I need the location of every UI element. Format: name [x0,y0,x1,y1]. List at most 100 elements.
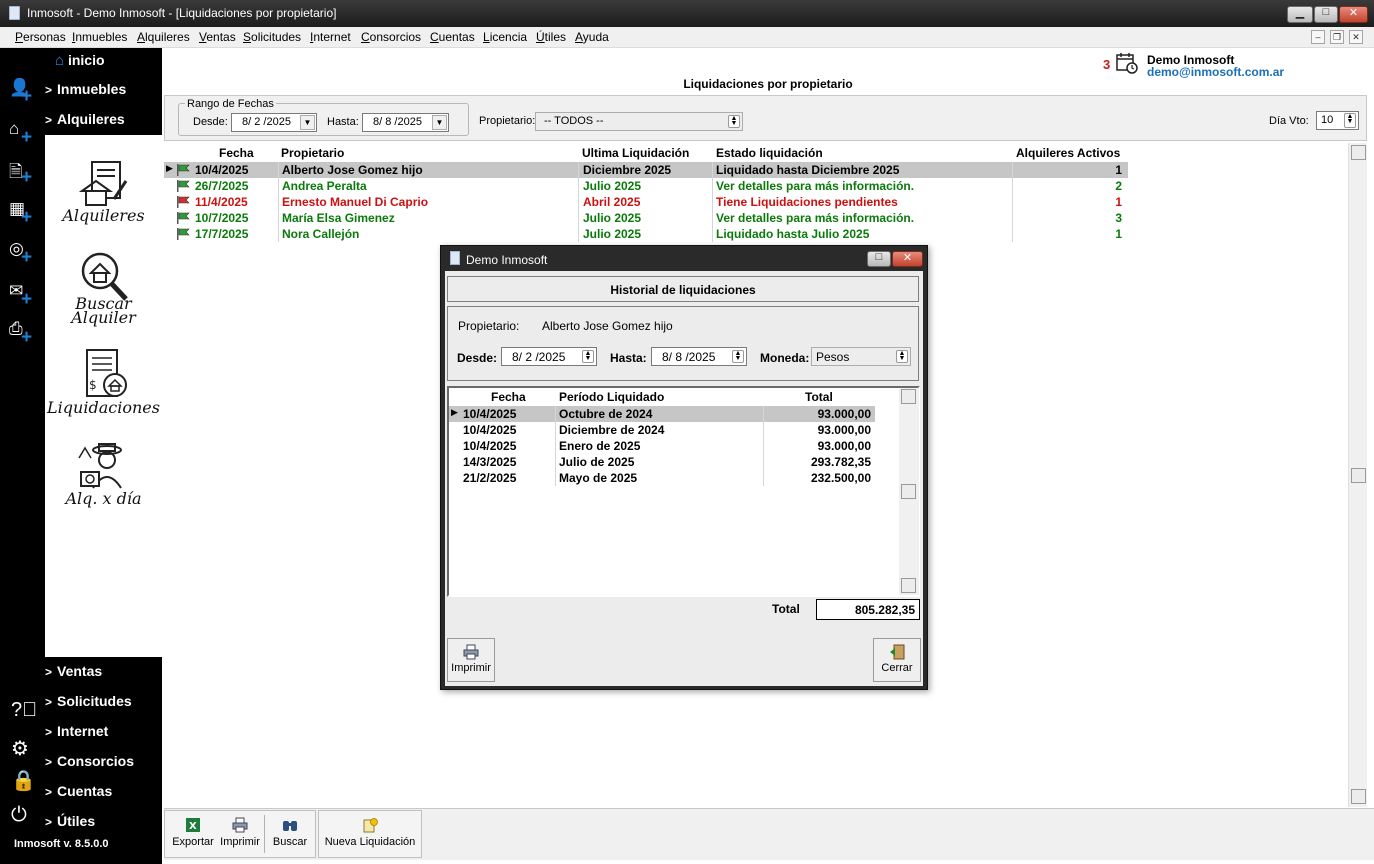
menu-solicitudes[interactable]: Solicitudes [243,30,301,44]
col-header-propietario[interactable]: Propietario [281,146,344,160]
col-header-fecha[interactable]: Fecha [219,146,254,160]
menu-ventas[interactable]: Ventas [199,30,236,44]
col-header-total[interactable]: Total [805,390,833,404]
cell-ultima: Julio 2025 [583,179,642,193]
col-header-periodo[interactable]: Período Liquidado [559,390,664,404]
table-row[interactable]: ▶ 10/4/2025 Octubre de 2024 93.000,00 [449,406,875,422]
exportar-button[interactable]: X Exportar [168,813,218,857]
dialog-moneda-select[interactable]: Pesos ▲ ▼ [811,347,911,366]
mdi-minimize-button[interactable]: – [1311,30,1325,44]
col-header-estado[interactable]: Estado liquidación [716,146,823,160]
table-row[interactable]: 10/7/2025 María Elsa Gimenez Julio 2025 Ver… [164,210,1128,226]
spin-icon[interactable]: ▲ ▼ [728,115,740,128]
scroll-up-button[interactable] [1351,145,1366,160]
dia-vto-spinner[interactable]: 10 ▲ ▼ [1316,111,1359,130]
sidebar-item-consorcios[interactable]: > Consorcios [45,753,134,769]
sidebar-item-ventas[interactable]: > Ventas [45,663,102,679]
chevron-down-icon[interactable]: ▼ [432,115,447,130]
col-header-fecha[interactable]: Fecha [491,390,526,404]
table-row[interactable]: 10/4/2025 Enero de 2025 93.000,00 [449,438,875,454]
dialog-maximize-button[interactable]: □ [867,251,891,267]
sidebar-item-utiles[interactable]: > Útiles [45,813,95,829]
menu-consorcios[interactable]: Consorcios [361,30,421,44]
table-row[interactable]: 10/4/2025 Diciembre de 2024 93.000,00 [449,422,875,438]
sidebar-item-alquileres[interactable]: > Alquileres [45,111,125,127]
panel-buscar-alquiler[interactable]: Buscar Alquiler [45,249,162,326]
minimize-button[interactable]: ▁ [1287,6,1313,23]
menu-ayuda[interactable]: Ayuda [575,30,609,44]
dialog-imprimir-button[interactable]: Imprimir [447,638,495,682]
power-icon[interactable]: ⏻ [11,804,27,827]
spin-icon[interactable]: ▲ ▼ [896,350,908,363]
dialog-cerrar-button[interactable]: Cerrar [873,638,921,682]
dialog-desde-picker[interactable]: 8/ 2 /2025 ▲ ▼ [501,347,597,366]
propietario-select[interactable]: -- TODOS -- ▲ ▼ [535,112,743,131]
spin-icon[interactable]: ▲ ▼ [1344,113,1356,128]
cell-ultima: Julio 2025 [583,211,642,225]
column-divider [278,226,279,242]
scroll-thumb[interactable] [901,484,916,499]
cell-periodo: Julio de 2025 [559,455,635,469]
dialog-hasta-picker[interactable]: 8/ 8 /2025 ▲ ▼ [651,347,747,366]
cell-total: 93.000,00 [817,439,871,453]
col-header-activos[interactable]: Alquileres Activos [1016,146,1120,160]
table-row[interactable]: 21/2/2025 Mayo de 2025 232.500,00 [449,470,875,486]
sidebar-item-inmuebles[interactable]: > Inmuebles [45,81,126,97]
help-icon[interactable]: ?⃝ [11,699,37,722]
add-print-icon[interactable]: ⎙ + [9,319,35,347]
col-header-ultima[interactable]: Ultima Liquidación [582,146,689,160]
window-title-bar[interactable]: Inmosoft - Demo Inmosoft - [Liquidacione… [0,0,1374,27]
add-whatsapp-icon[interactable]: ◎ + [9,239,35,267]
dialog-close-button[interactable]: ✕ [892,251,923,267]
cell-fecha: 10/4/2025 [195,163,249,177]
add-property-icon[interactable]: ⌂ + [9,119,35,147]
buscar-button[interactable]: Buscar [268,813,312,857]
menu-alquileres[interactable]: Alquileres [137,30,190,44]
scroll-down-button[interactable] [901,578,916,593]
close-button[interactable]: ✕ [1339,6,1368,23]
table-row[interactable]: 26/7/2025 Andrea Peralta Julio 2025 Ver det… [164,178,1128,194]
spin-icon[interactable]: ▲ ▼ [582,350,594,363]
scroll-up-button[interactable] [901,389,916,404]
panel-liquidaciones[interactable]: $ Liquidaciones [45,347,162,416]
spin-icon[interactable]: ▲ ▼ [732,350,744,363]
lock-icon[interactable]: 🔒 [11,768,36,793]
add-person-icon[interactable]: 👤 + [9,78,35,106]
scroll-down-button[interactable] [1351,789,1366,804]
calendar-clock-icon[interactable] [1116,52,1138,74]
imprimir-button[interactable]: Imprimir [218,813,262,857]
settings-icon[interactable]: ⚙ [11,736,29,761]
sidebar-item-inicio[interactable]: ⌂ inicio [55,52,105,69]
add-calendar-icon[interactable]: ▦ + [9,199,35,227]
table-row[interactable]: 11/4/2025 Ernesto Manuel Di Caprio Abril 2… [164,194,1128,210]
menu-personas[interactable]: Personas [15,30,66,44]
maximize-button[interactable]: □ [1314,6,1338,23]
menu-licencia[interactable]: Licencia [483,30,527,44]
menu-utiles[interactable]: Útiles [536,30,566,44]
mdi-restore-button[interactable]: ❐ [1330,30,1344,44]
desde-date-picker[interactable]: 8/ 2 /2025 ▼ [231,113,317,132]
page-title: Liquidaciones por propietario [683,77,853,91]
add-email-icon[interactable]: ✉ + [9,281,35,309]
scroll-thumb[interactable] [1351,468,1366,483]
cell-periodo: Octubre de 2024 [559,407,653,421]
menu-cuentas[interactable]: Cuentas [430,30,475,44]
panel-alq-x-dia[interactable]: Alq. x día [45,440,162,507]
table-row[interactable]: ▶ 10/4/2025 Alberto Jose Gomez hijo Diciemb… [164,162,1128,178]
menu-internet[interactable]: Internet [310,30,351,44]
nueva-liquidacion-button[interactable]: Nueva Liquidación [322,813,418,857]
hasta-date-picker[interactable]: 8/ 8 /2025 ▼ [362,113,449,132]
menu-inmuebles[interactable]: Inmuebles [72,30,127,44]
sidebar-item-cuentas[interactable]: > Cuentas [45,783,112,799]
add-document-icon[interactable]: 🗎 + [9,159,35,187]
grid-scrollbar[interactable] [1348,143,1367,807]
sidebar-item-internet[interactable]: > Internet [45,723,108,739]
dialog-grid-scrollbar[interactable] [899,388,919,595]
table-row[interactable]: 14/3/2025 Julio de 2025 293.782,35 [449,454,875,470]
mdi-close-button[interactable]: ✕ [1349,30,1363,44]
table-row[interactable]: 17/7/2025 Nora Callejón Julio 2025 Liquidad… [164,226,1128,242]
panel-alquileres[interactable]: Alquileres [45,159,162,224]
historial-dialog[interactable]: Demo Inmosoft □ ✕ Historial de liquidaci… [440,245,928,690]
sidebar-item-solicitudes[interactable]: > Solicitudes [45,693,132,709]
chevron-down-icon[interactable]: ▼ [300,115,315,130]
